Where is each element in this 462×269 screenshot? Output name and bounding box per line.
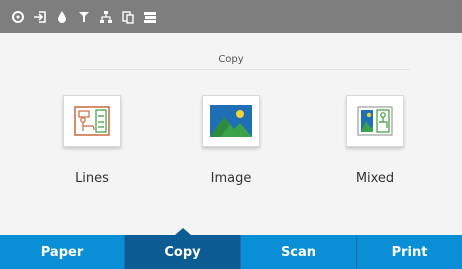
copy-option-image[interactable]: Image <box>176 95 286 195</box>
gear-icon[interactable] <box>10 8 25 25</box>
lines-tile[interactable] <box>63 95 121 147</box>
image-icon <box>210 105 252 137</box>
tab-label-print: Print <box>391 244 428 260</box>
ink-drop-icon[interactable] <box>54 8 69 25</box>
divider <box>80 69 410 70</box>
bottom-nav: Paper Copy Scan Print <box>0 228 462 269</box>
print-head-icon[interactable] <box>76 8 91 25</box>
tab-label-scan: Scan <box>280 244 317 260</box>
paper-stack-icon[interactable] <box>142 8 157 25</box>
file-transfer-icon[interactable] <box>120 8 135 25</box>
copy-option-mixed[interactable]: Mixed <box>320 95 430 195</box>
lines-icon <box>74 106 110 136</box>
status-icons <box>10 8 157 25</box>
image-tile[interactable] <box>202 95 260 147</box>
tab-label-copy: Copy <box>164 244 201 260</box>
mixed-tile[interactable] <box>346 95 404 147</box>
tab-scan[interactable]: Scan <box>241 235 357 269</box>
option-label-lines: Lines <box>75 171 109 186</box>
tab-label-paper: Paper <box>40 244 84 260</box>
option-label-mixed: Mixed <box>355 171 395 186</box>
status-bar <box>0 0 462 33</box>
copy-option-lines[interactable]: Lines <box>37 95 147 195</box>
mixed-icon <box>357 106 393 136</box>
sign-in-icon[interactable] <box>32 8 47 25</box>
tab-paper[interactable]: Paper <box>0 235 125 269</box>
copy-panel: Copy Lines Image Mixed <box>0 33 462 235</box>
tab-print[interactable]: Print <box>357 235 462 269</box>
tab-copy[interactable]: Copy <box>125 228 241 269</box>
network-icon[interactable] <box>98 8 113 25</box>
option-label-image: Image <box>210 171 252 186</box>
page-title: Copy <box>218 54 244 65</box>
